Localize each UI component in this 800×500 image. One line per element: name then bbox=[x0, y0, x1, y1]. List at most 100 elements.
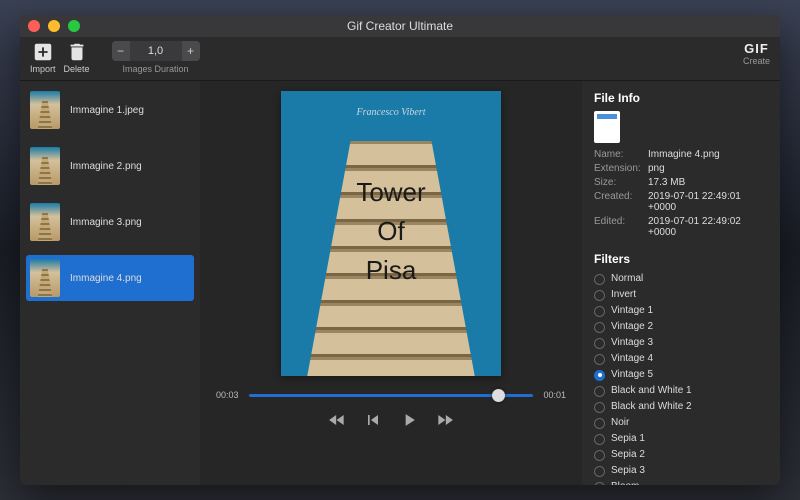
thumbnail-image bbox=[30, 147, 60, 185]
radio-icon bbox=[594, 290, 605, 301]
radio-icon bbox=[594, 386, 605, 397]
right-panel: File Info Name:Immagine 4.png Extension:… bbox=[582, 81, 780, 485]
delete-button[interactable]: Delete bbox=[64, 41, 90, 74]
duration-decrement-button[interactable]: − bbox=[112, 41, 130, 61]
sidebar-item-3[interactable]: Immagine 4.png bbox=[26, 255, 194, 301]
filters-heading: Filters bbox=[594, 252, 768, 266]
filter-option-vintage-2[interactable]: Vintage 2 bbox=[594, 320, 768, 334]
filter-label: Black and White 2 bbox=[611, 400, 692, 414]
radio-icon bbox=[594, 466, 605, 477]
filter-label: Vintage 1 bbox=[611, 304, 653, 318]
gif-text: GIF bbox=[744, 41, 769, 56]
toolbar: Import Delete − + Images Duration GIF Cr… bbox=[20, 37, 780, 81]
rewind-icon[interactable] bbox=[327, 410, 347, 430]
import-button[interactable]: Import bbox=[30, 41, 56, 74]
radio-icon bbox=[594, 418, 605, 429]
filter-option-sepia-1[interactable]: Sepia 1 bbox=[594, 432, 768, 446]
filter-label: Vintage 3 bbox=[611, 336, 653, 350]
filter-label: Sepia 3 bbox=[611, 464, 645, 478]
radio-icon bbox=[594, 370, 605, 381]
info-created: Created:2019-07-01 22:49:01 +0000 bbox=[594, 191, 768, 213]
prev-frame-icon[interactable] bbox=[363, 410, 383, 430]
thumbnail-label: Immagine 1.jpeg bbox=[70, 105, 144, 116]
overlay-line-2: Of bbox=[281, 212, 501, 251]
thumbnail-label: Immagine 2.png bbox=[70, 161, 142, 172]
file-icon bbox=[594, 111, 620, 143]
play-icon[interactable] bbox=[399, 410, 419, 430]
sidebar-item-2[interactable]: Immagine 3.png bbox=[26, 199, 194, 245]
info-name: Name:Immagine 4.png bbox=[594, 149, 768, 160]
window-title: Gif Creator Ultimate bbox=[20, 19, 780, 33]
filter-option-vintage-5[interactable]: Vintage 5 bbox=[594, 368, 768, 382]
titlebar[interactable]: Gif Creator Ultimate bbox=[20, 15, 780, 37]
radio-icon bbox=[594, 482, 605, 486]
filter-option-vintage-4[interactable]: Vintage 4 bbox=[594, 352, 768, 366]
filter-label: Noir bbox=[611, 416, 629, 430]
preview-author: Francesco Vibert bbox=[281, 107, 501, 118]
playback-controls bbox=[327, 410, 455, 430]
filter-option-bloom[interactable]: Bloom bbox=[594, 480, 768, 485]
filter-label: Invert bbox=[611, 288, 636, 302]
duration-increment-button[interactable]: + bbox=[182, 41, 200, 61]
radio-icon bbox=[594, 354, 605, 365]
radio-icon bbox=[594, 322, 605, 333]
duration-label: Images Duration bbox=[123, 64, 189, 74]
filter-label: Black and White 1 bbox=[611, 384, 692, 398]
filter-label: Normal bbox=[611, 272, 643, 286]
preview-overlay-text: Tower Of Pisa bbox=[281, 173, 501, 290]
info-ext: Extension:png bbox=[594, 163, 768, 174]
filter-option-sepia-2[interactable]: Sepia 2 bbox=[594, 448, 768, 462]
trash-icon bbox=[66, 41, 88, 63]
thumbnail-image bbox=[30, 91, 60, 129]
info-size: Size:17.3 MB bbox=[594, 177, 768, 188]
timeline-slider[interactable] bbox=[249, 394, 534, 397]
filter-option-invert[interactable]: Invert bbox=[594, 288, 768, 302]
main-area: Francesco Vibert Tower Of Pisa 00:03 00:… bbox=[200, 81, 582, 485]
create-label: Create bbox=[743, 56, 770, 66]
overlay-line-3: Pisa bbox=[281, 251, 501, 290]
preview-image: Francesco Vibert Tower Of Pisa bbox=[281, 91, 501, 376]
filter-label: Bloom bbox=[611, 480, 639, 485]
duration-stepper: − + bbox=[112, 41, 200, 61]
filter-label: Sepia 2 bbox=[611, 448, 645, 462]
filter-option-vintage-3[interactable]: Vintage 3 bbox=[594, 336, 768, 350]
filter-option-noir[interactable]: Noir bbox=[594, 416, 768, 430]
filter-option-black-and-white-2[interactable]: Black and White 2 bbox=[594, 400, 768, 414]
thumbnail-label: Immagine 4.png bbox=[70, 273, 142, 284]
radio-icon bbox=[594, 338, 605, 349]
fast-forward-icon[interactable] bbox=[435, 410, 455, 430]
filter-label: Vintage 5 bbox=[611, 368, 653, 382]
info-edited: Edited:2019-07-01 22:49:02 +0000 bbox=[594, 216, 768, 238]
radio-icon bbox=[594, 274, 605, 285]
duration-input[interactable] bbox=[130, 41, 182, 61]
body: Immagine 1.jpeg Immagine 2.png Immagine 3.… bbox=[20, 81, 780, 485]
time-total: 00:01 bbox=[543, 390, 566, 400]
radio-icon bbox=[594, 306, 605, 317]
thumbnail-label: Immagine 3.png bbox=[70, 217, 142, 228]
sidebar: Immagine 1.jpeg Immagine 2.png Immagine 3.… bbox=[20, 81, 200, 485]
filter-option-normal[interactable]: Normal bbox=[594, 272, 768, 286]
radio-icon bbox=[594, 450, 605, 461]
create-gif-button[interactable]: GIF Create bbox=[743, 41, 770, 66]
filters-section: Filters Normal Invert Vintage 1 Vintage 2 Vi… bbox=[594, 252, 768, 485]
filter-label: Vintage 4 bbox=[611, 352, 653, 366]
overlay-line-1: Tower bbox=[281, 173, 501, 212]
file-info-heading: File Info bbox=[594, 91, 768, 105]
sidebar-item-0[interactable]: Immagine 1.jpeg bbox=[26, 87, 194, 133]
filter-option-vintage-1[interactable]: Vintage 1 bbox=[594, 304, 768, 318]
import-label: Import bbox=[30, 64, 56, 74]
duration-group: − + Images Duration bbox=[112, 41, 200, 74]
filter-option-black-and-white-1[interactable]: Black and White 1 bbox=[594, 384, 768, 398]
filter-label: Vintage 2 bbox=[611, 320, 653, 334]
radio-icon bbox=[594, 434, 605, 445]
delete-label: Delete bbox=[64, 64, 90, 74]
timeline: 00:03 00:01 bbox=[216, 390, 566, 400]
thumbnail-image bbox=[30, 259, 60, 297]
app-window: Gif Creator Ultimate Import Delete − + I… bbox=[20, 15, 780, 485]
sidebar-item-1[interactable]: Immagine 2.png bbox=[26, 143, 194, 189]
filter-label: Sepia 1 bbox=[611, 432, 645, 446]
filter-option-sepia-3[interactable]: Sepia 3 bbox=[594, 464, 768, 478]
time-current: 00:03 bbox=[216, 390, 239, 400]
import-icon bbox=[32, 41, 54, 63]
radio-icon bbox=[594, 402, 605, 413]
